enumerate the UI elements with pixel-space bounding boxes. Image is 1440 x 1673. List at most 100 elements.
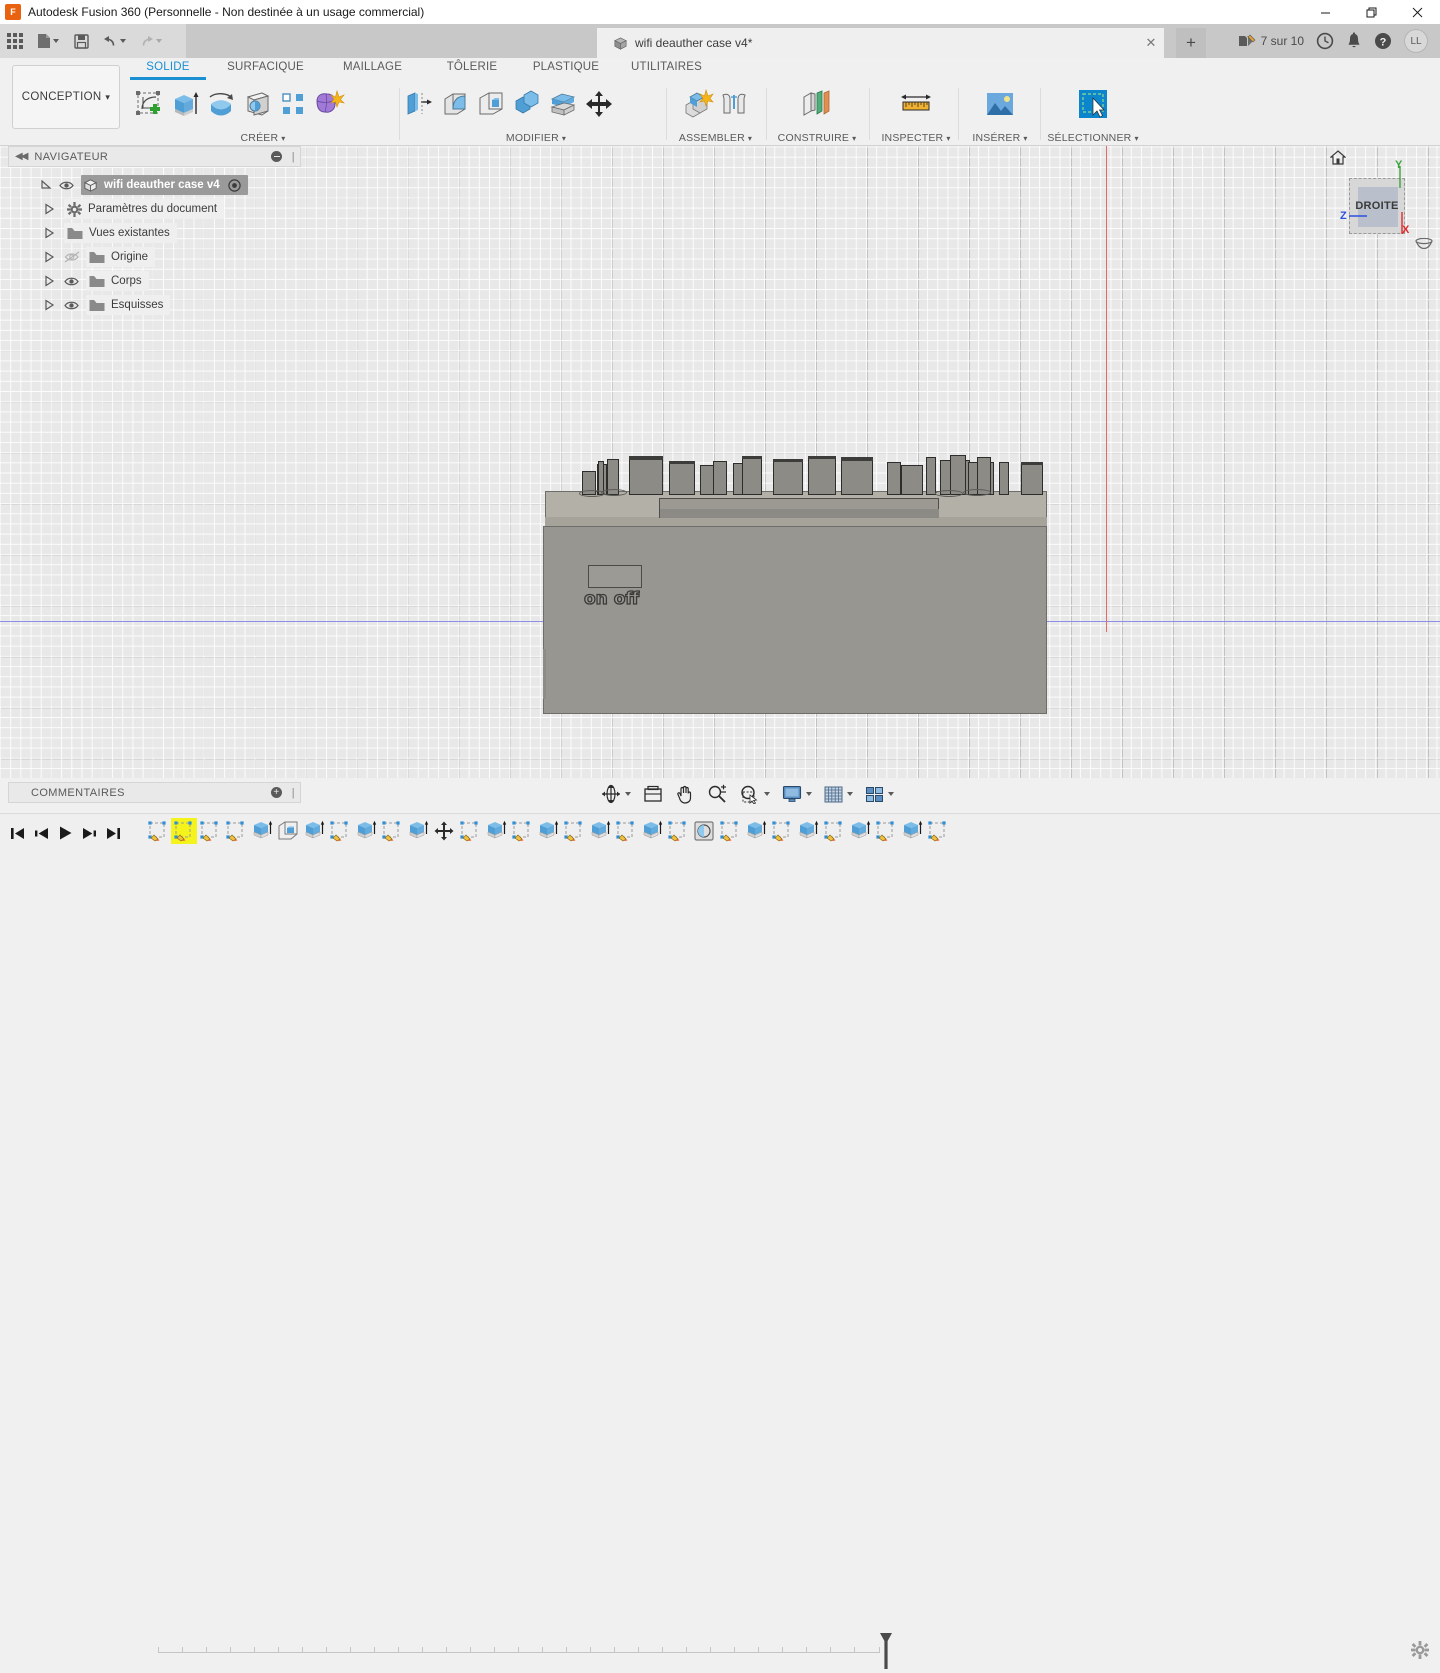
timeline-feature-sketch-selected[interactable] [171, 818, 197, 844]
tree-item-esquisses[interactable]: Esquisses [86, 295, 170, 315]
document-tab[interactable]: wifi deauther case v4* ✕ [597, 28, 1164, 58]
timeline-feature-sketch[interactable] [379, 818, 405, 844]
expand-triangle-icon[interactable] [44, 227, 55, 239]
insert-image-icon[interactable] [983, 84, 1017, 124]
pattern-icon[interactable] [276, 84, 310, 124]
timeline-feature-revolve[interactable] [691, 818, 717, 844]
job-status[interactable]: 7 sur 10 [1232, 24, 1310, 58]
expand-triangle-icon[interactable] [44, 203, 55, 215]
new-component-icon[interactable] [681, 84, 715, 124]
timeline-feature-sketch[interactable] [457, 818, 483, 844]
revolve-icon[interactable] [204, 84, 238, 124]
tab-surfacique[interactable]: SURFACIQUE [212, 58, 319, 80]
undo-icon[interactable] [96, 24, 132, 58]
sweep-icon[interactable] [240, 84, 274, 124]
fillet-icon[interactable] [438, 84, 472, 124]
close-button[interactable] [1394, 0, 1440, 24]
tab-utilitaires[interactable]: UTILITAIRES [614, 58, 719, 80]
panel-inspecter-title[interactable]: INSPECTER ▾ [872, 132, 960, 144]
redo-icon[interactable] [132, 24, 168, 58]
expand-triangle-icon[interactable] [44, 275, 55, 287]
notifications-button[interactable] [1340, 24, 1368, 58]
combine-icon[interactable] [510, 84, 544, 124]
play-icon[interactable] [54, 820, 76, 846]
timeline-feature-extrude[interactable] [639, 818, 665, 844]
tab-tolerie[interactable]: TÔLERIE [426, 58, 518, 80]
display-settings-button[interactable] [779, 780, 815, 808]
skip-end-icon[interactable] [102, 820, 124, 846]
expand-triangle-icon[interactable] [44, 251, 55, 263]
tree-row-corps[interactable]: Corps [8, 269, 301, 293]
timeline-feature-sketch[interactable] [197, 818, 223, 844]
tree-item-origine[interactable]: Origine [86, 247, 155, 267]
grid-snap-caret-icon[interactable] [847, 792, 853, 796]
tree-item-existing-views[interactable]: Vues existantes [64, 223, 177, 243]
tree-root-item[interactable]: wifi deauther case v4 [81, 175, 248, 195]
split-body-icon[interactable] [546, 84, 580, 124]
panel-creer-title[interactable]: CRÉER ▾ [132, 132, 394, 144]
display-settings-caret-icon[interactable] [806, 792, 812, 796]
home-icon[interactable] [1330, 150, 1346, 165]
panel-assembler-title[interactable]: ASSEMBLER ▾ [669, 132, 762, 144]
timeline-feature-sketch[interactable] [223, 818, 249, 844]
panel-inserer-title[interactable]: INSÉRER ▾ [961, 132, 1039, 144]
tree-row-existing-views[interactable]: Vues existantes [8, 221, 301, 245]
zoom-button[interactable] [704, 780, 730, 808]
timeline-feature-sketch[interactable] [769, 818, 795, 844]
timeline-feature-extrude[interactable] [587, 818, 613, 844]
workspace-selector[interactable]: CONCEPTION ▾ [12, 65, 120, 129]
timeline-feature-sketch[interactable] [925, 818, 951, 844]
timeline-feature-extrude[interactable] [249, 818, 275, 844]
eye-icon[interactable] [64, 300, 79, 311]
avatar[interactable]: LL [1404, 29, 1428, 53]
tree-row-document-settings[interactable]: Paramètres du document [8, 197, 301, 221]
timeline-feature-move[interactable] [431, 818, 457, 844]
create-sketch-icon[interactable] [132, 84, 166, 124]
document-tab-close-icon[interactable]: ✕ [1144, 36, 1158, 50]
tree-row-esquisses[interactable]: Esquisses [8, 293, 301, 317]
select-icon[interactable] [1076, 84, 1110, 124]
timeline-settings-button[interactable] [1408, 1638, 1432, 1662]
step-forward-icon[interactable] [78, 820, 100, 846]
viewports-caret-icon[interactable] [888, 792, 894, 796]
tree-row-origine[interactable]: Origine [8, 245, 301, 269]
timeline-feature-shell[interactable] [275, 818, 301, 844]
grid-snap-button[interactable] [821, 780, 856, 808]
tab-solide[interactable]: SOLIDE [124, 58, 212, 80]
eye-icon[interactable] [59, 180, 74, 191]
look-at-button[interactable] [640, 780, 666, 808]
help-button[interactable]: ? [1368, 24, 1398, 58]
comments-grip-icon[interactable]: | [292, 787, 295, 799]
save-icon[interactable] [66, 24, 96, 58]
timeline-scroll-area[interactable] [0, 856, 1440, 860]
app-grid-icon[interactable] [0, 24, 30, 58]
panel-construire-title[interactable]: CONSTRUIRE ▾ [769, 132, 865, 144]
timeline-feature-extrude[interactable] [483, 818, 509, 844]
orbit-caret-icon[interactable] [625, 792, 631, 796]
timeline-feature-sketch[interactable] [327, 818, 353, 844]
timeline-track[interactable] [158, 1652, 880, 1653]
timeline-feature-sketch[interactable] [613, 818, 639, 844]
viewports-button[interactable] [862, 780, 897, 808]
history-button[interactable] [1310, 24, 1340, 58]
model-3d-body[interactable]: on off [543, 343, 1047, 717]
measure-icon[interactable] [899, 84, 933, 124]
timeline-feature-extrude[interactable] [795, 818, 821, 844]
pan-button[interactable] [672, 780, 698, 808]
shell-icon[interactable] [474, 84, 508, 124]
new-document-icon[interactable] [30, 24, 66, 58]
joint-icon[interactable] [717, 84, 751, 124]
new-tab-button[interactable]: + [1176, 28, 1206, 58]
skip-start-icon[interactable] [6, 820, 28, 846]
navigator-grip-icon[interactable]: | [292, 151, 295, 163]
timeline-feature-extrude[interactable] [301, 818, 327, 844]
tab-plastique[interactable]: PLASTIQUE [518, 58, 614, 80]
zoom-window-caret-icon[interactable] [764, 792, 770, 796]
tree-row-root[interactable]: wifi deauther case v4 [8, 173, 301, 197]
activate-component-icon[interactable] [228, 179, 241, 192]
minimize-button[interactable] [1302, 0, 1348, 24]
navigator-minimize-icon[interactable] [271, 151, 282, 162]
panel-selectionner-title[interactable]: SÉLECTIONNER ▾ [1043, 132, 1143, 144]
tab-maillage[interactable]: MAILLAGE [319, 58, 426, 80]
eye-icon[interactable] [64, 276, 79, 287]
